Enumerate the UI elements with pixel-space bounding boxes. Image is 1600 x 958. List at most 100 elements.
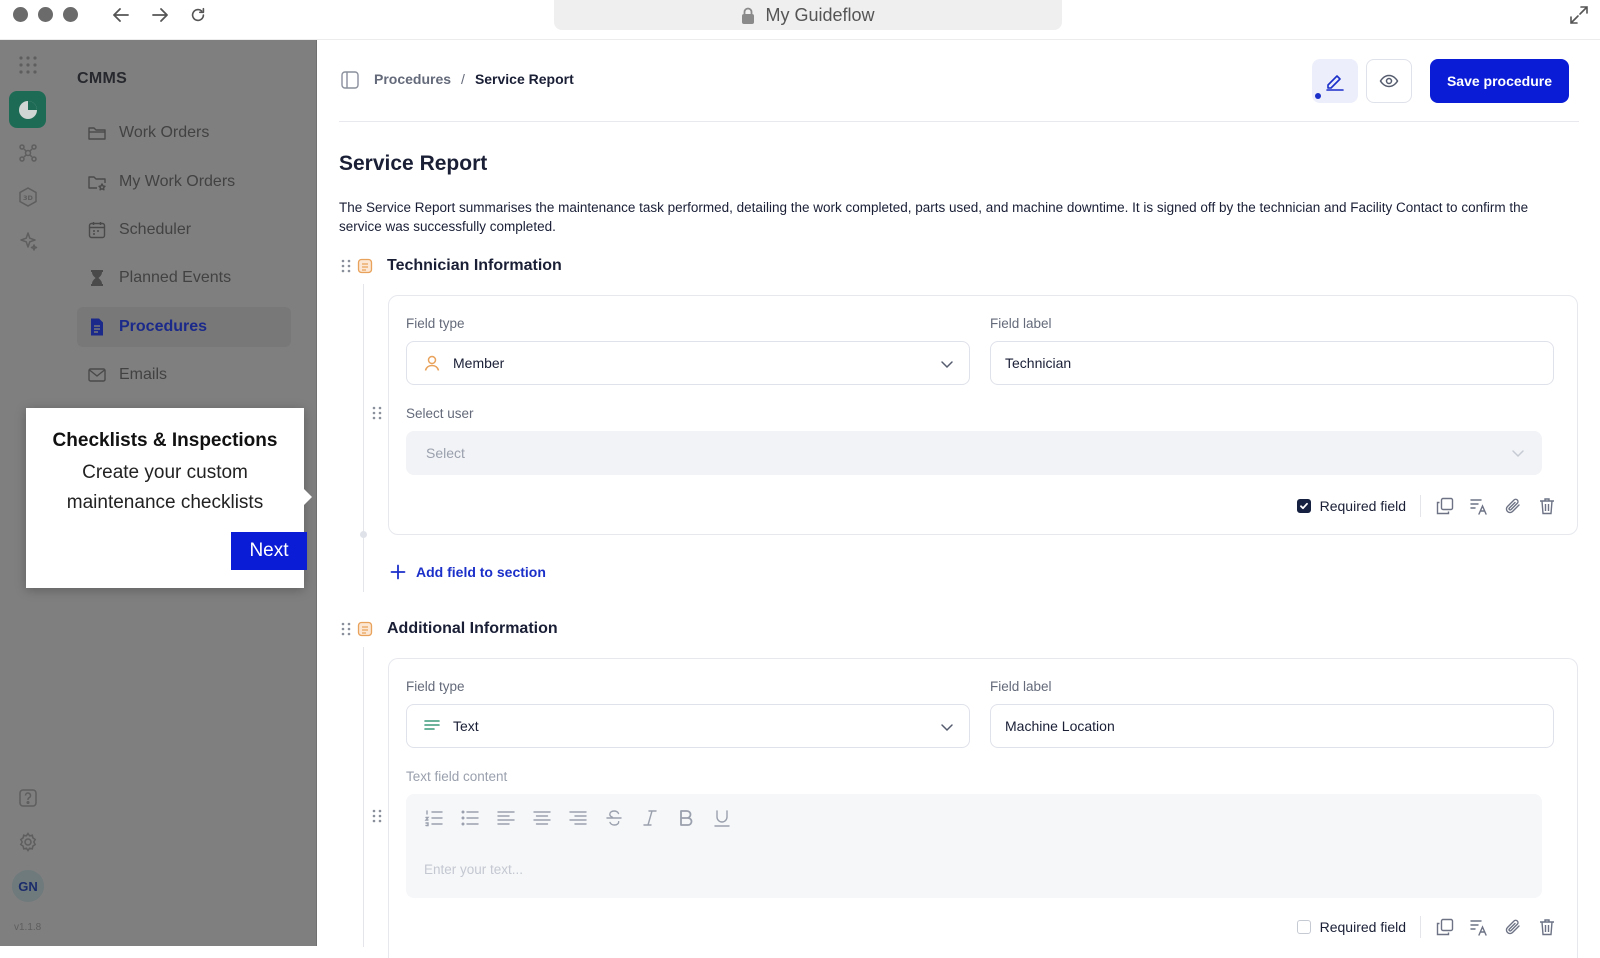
apps-grid-icon[interactable]: [15, 52, 41, 78]
field-label-input[interactable]: Machine Location: [990, 704, 1554, 748]
settings-gear-icon[interactable]: [15, 829, 41, 855]
required-checkbox[interactable]: [1296, 499, 1311, 513]
field-drag-handle-icon[interactable]: [370, 404, 384, 422]
section-header-additional: Additional Information: [339, 616, 558, 642]
translate-icon[interactable]: [1469, 496, 1489, 516]
bold-icon[interactable]: [676, 808, 696, 828]
section-connector-dot: [360, 531, 367, 538]
field-actions: Required field: [1296, 494, 1557, 518]
select-user-label: Select user: [406, 406, 474, 421]
field-label-label: Field label: [990, 679, 1052, 694]
trash-icon[interactable]: [1537, 496, 1557, 516]
section-title: Additional Information: [387, 620, 558, 637]
paperclip-icon[interactable]: [1503, 917, 1523, 937]
ordered-list-icon[interactable]: [424, 808, 444, 828]
page-title: Service Report: [339, 152, 488, 175]
breadcrumb-current: Service Report: [474, 71, 574, 87]
trash-icon[interactable]: [1537, 917, 1557, 937]
sidebar-item-label: Emails: [119, 366, 168, 383]
address-bar[interactable]: My Guideflow: [554, 0, 1062, 30]
onboarding-tooltip: Checklists & Inspections Create your cus…: [26, 408, 312, 588]
user-avatar[interactable]: GN: [12, 870, 44, 902]
sidebar-item-label: My Work Orders: [119, 173, 236, 190]
edit-mode-button[interactable]: [1312, 59, 1358, 103]
drag-handle-icon[interactable]: [339, 257, 353, 275]
required-label: Required field: [1319, 919, 1406, 935]
add-field-to-section-button[interactable]: Add field to section: [390, 564, 546, 580]
underline-icon[interactable]: [712, 808, 732, 828]
rich-text-editor[interactable]: Enter your text...: [406, 794, 1542, 898]
network-icon[interactable]: [15, 140, 41, 166]
field-type-select[interactable]: Member: [406, 341, 970, 385]
lock-icon: [741, 7, 755, 24]
eye-icon: [1379, 71, 1399, 91]
required-checkbox[interactable]: [1296, 920, 1311, 934]
translate-icon[interactable]: [1469, 917, 1489, 937]
chevron-down-icon: [1510, 445, 1526, 461]
drag-handle-icon[interactable]: [339, 620, 353, 638]
divider: [1420, 916, 1421, 938]
back-arrow-icon[interactable]: [109, 3, 133, 27]
sidebar-item-label: Scheduler: [119, 221, 192, 238]
field-drag-handle-icon[interactable]: [370, 807, 384, 825]
select-user-placeholder: Select: [426, 445, 465, 461]
document-icon: [87, 317, 107, 337]
active-indicator-dot: [1315, 93, 1321, 99]
breadcrumb-procedures-link[interactable]: Procedures: [374, 71, 451, 87]
expand-icon[interactable]: [1568, 4, 1592, 28]
help-icon[interactable]: [15, 785, 41, 811]
required-toggle[interactable]: Required field: [1296, 498, 1406, 514]
field-type-select[interactable]: Text: [406, 704, 970, 748]
required-toggle[interactable]: Required field: [1296, 919, 1406, 935]
sidebar-item-my-work-orders[interactable]: My Work Orders: [77, 162, 291, 202]
browser-chrome: My Guideflow: [0, 0, 1600, 40]
save-procedure-button[interactable]: Save procedure: [1430, 59, 1569, 103]
tooltip-title: Checklists & Inspections: [52, 430, 278, 451]
pen-icon: [1324, 70, 1346, 92]
folder-icon: [87, 123, 107, 143]
address-title: My Guideflow: [765, 4, 875, 25]
align-left-icon[interactable]: [496, 808, 516, 828]
section-icon: [357, 258, 373, 274]
sparkles-icon[interactable]: [15, 228, 41, 254]
bullet-list-icon[interactable]: [460, 808, 480, 828]
duplicate-icon[interactable]: [1435, 917, 1455, 937]
sidebar-item-work-orders[interactable]: Work Orders: [77, 113, 291, 153]
chevron-down-icon: [939, 356, 955, 372]
3d-view-icon[interactable]: 3D: [15, 184, 41, 210]
preview-button[interactable]: [1366, 59, 1412, 103]
version-label: v1.1.8: [14, 922, 42, 933]
strikethrough-icon[interactable]: [604, 808, 624, 828]
field-type-value: Text: [453, 718, 479, 734]
reload-icon[interactable]: [186, 3, 210, 27]
svg-text:3D: 3D: [23, 194, 34, 202]
field-type-label: Field type: [406, 679, 465, 694]
forward-arrow-icon[interactable]: [148, 3, 172, 27]
tooltip-next-button[interactable]: Next: [231, 532, 307, 570]
panel-toggle-icon[interactable]: [340, 70, 360, 90]
sidebar-item-emails[interactable]: Emails: [77, 355, 291, 395]
align-center-icon[interactable]: [532, 808, 552, 828]
section-title: Technician Information: [387, 257, 562, 274]
required-label: Required field: [1319, 498, 1406, 514]
editor-toolbar: [424, 808, 732, 828]
select-user-dropdown[interactable]: Select: [406, 431, 1542, 475]
italic-icon[interactable]: [640, 808, 660, 828]
folder-star-icon: [87, 172, 107, 192]
cmms-app-icon[interactable]: [9, 91, 46, 128]
field-type-label: Field type: [406, 316, 465, 331]
align-right-icon[interactable]: [568, 808, 588, 828]
sidebar-item-planned-events[interactable]: Planned Events: [77, 258, 291, 298]
window-maximize-dot[interactable]: [63, 7, 78, 22]
window-close-dot[interactable]: [13, 7, 28, 22]
duplicate-icon[interactable]: [1435, 496, 1455, 516]
paperclip-icon[interactable]: [1503, 496, 1523, 516]
window-minimize-dot[interactable]: [38, 7, 53, 22]
field-label-input[interactable]: Technician: [990, 341, 1554, 385]
sidebar-item-procedures[interactable]: Procedures: [77, 307, 291, 347]
divider: [1420, 495, 1421, 517]
sidebar-item-scheduler[interactable]: Scheduler: [77, 210, 291, 250]
section-header-technician: Technician Information: [339, 253, 562, 279]
text-field-content-label: Text field content: [406, 769, 508, 784]
section-icon: [357, 621, 373, 637]
